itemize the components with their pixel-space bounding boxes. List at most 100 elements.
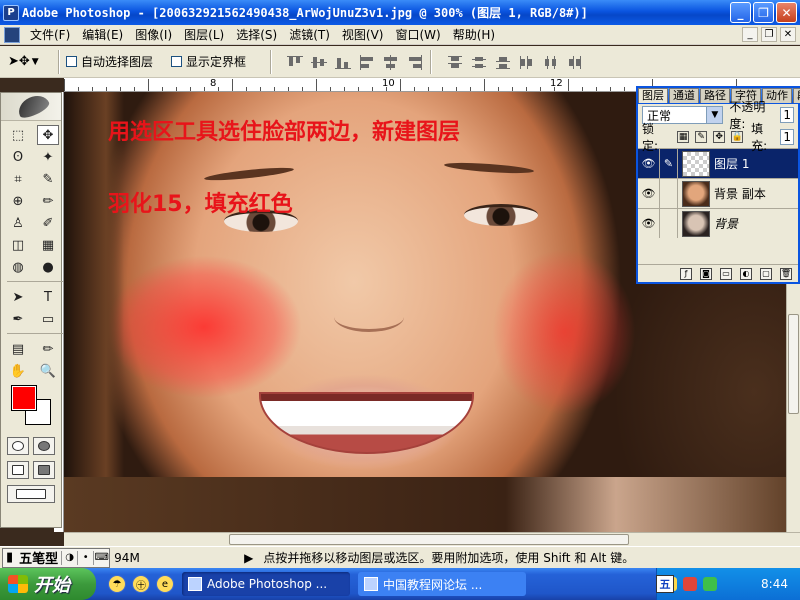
menu-window[interactable]: 窗口(W) [389, 26, 446, 43]
lock-transparent-icon[interactable]: ▦ [677, 131, 690, 143]
punctuation-icon[interactable]: • [77, 550, 93, 565]
soft-keyboard-icon[interactable]: ⌨ [93, 550, 109, 565]
eye-icon[interactable]: 👁 [638, 209, 660, 238]
zoom-tool-icon[interactable]: 🔍 [37, 361, 59, 381]
doc-restore-button[interactable]: ❐ [761, 27, 777, 42]
brush-icon[interactable]: ✎ [660, 149, 678, 178]
title-bar[interactable]: P Adobe Photoshop - [200632921562490438_… [0, 0, 800, 25]
document-size[interactable]: 94M [114, 551, 244, 565]
opacity-input[interactable]: 1 [780, 107, 794, 123]
doc-minimize-button[interactable]: _ [742, 27, 758, 42]
lock-image-icon[interactable]: ✎ [695, 131, 708, 143]
distribute-bottom-icon[interactable] [494, 54, 512, 70]
task-forum[interactable]: 中国教程网论坛 ... [358, 572, 526, 596]
blur-tool-icon[interactable]: ◍ [7, 257, 29, 277]
minimize-button[interactable]: _ [730, 2, 751, 23]
toolbox-header[interactable] [1, 91, 61, 121]
menu-edit[interactable]: 编辑(E) [76, 26, 129, 43]
slice-tool-icon[interactable]: ✎ [37, 169, 59, 189]
dodge-tool-icon[interactable]: ● [37, 257, 59, 277]
lasso-tool-icon[interactable]: ʘ [7, 147, 29, 167]
layer-mask-icon[interactable]: ◙ [700, 267, 712, 280]
move-tool-preset[interactable]: ➤✥ ▼ [8, 50, 52, 74]
standard-mode-button[interactable] [7, 437, 29, 455]
history-brush-tool-icon[interactable]: ✐ [37, 213, 59, 233]
start-button[interactable]: 开始 [0, 568, 96, 600]
tab-layers[interactable]: 图层 [638, 88, 668, 103]
play-arrow-icon[interactable]: ▶ [244, 551, 253, 565]
new-layer-icon[interactable]: ▢ [760, 267, 772, 280]
layer-row[interactable]: 👁 背景 [638, 208, 798, 238]
lock-position-icon[interactable]: ✥ [713, 131, 726, 143]
layer-style-icon[interactable]: ƒ [680, 267, 692, 280]
quick-mask-mode-button[interactable] [33, 437, 55, 455]
layer-row[interactable]: 👁 背景 副本 [638, 178, 798, 208]
tab-paragraph[interactable]: 段落 [793, 88, 800, 103]
menu-select[interactable]: 选择(S) [230, 26, 283, 43]
document-icon[interactable] [4, 26, 20, 43]
type-tool-icon[interactable]: T [37, 287, 59, 307]
rectangle-tool-icon[interactable]: ▭ [37, 309, 59, 329]
show-bounding-box-checkbox[interactable]: 显示定界框 [171, 53, 246, 70]
task-photoshop[interactable]: Adobe Photoshop ... [182, 572, 350, 596]
horizontal-scrollbar[interactable] [64, 532, 800, 546]
vertical-scrollbar[interactable] [786, 284, 800, 532]
brush-tool-icon[interactable]: ✏ [37, 191, 59, 211]
network-icon[interactable] [683, 577, 697, 591]
link-icon[interactable] [660, 209, 678, 238]
trash-icon[interactable]: 🗑 [780, 267, 792, 280]
ime-mode-label[interactable]: 五笔型 [16, 548, 61, 567]
menu-view[interactable]: 视图(V) [336, 26, 390, 43]
healing-brush-tool-icon[interactable]: ⊕ [7, 191, 29, 211]
menu-help[interactable]: 帮助(H) [447, 26, 501, 43]
menu-image[interactable]: 图像(I) [129, 26, 178, 43]
gradient-tool-icon[interactable]: ▦ [37, 235, 59, 255]
ime-toolbar[interactable]: ▮ 五笔型 ◑ • ⌨ [2, 547, 111, 568]
move-tool-icon[interactable]: ✥ [37, 125, 59, 145]
foreground-color-swatch[interactable] [11, 385, 37, 411]
distribute-vcenter-icon[interactable] [470, 54, 488, 70]
new-group-icon[interactable]: ▭ [720, 267, 732, 280]
half-width-icon[interactable]: ◑ [61, 550, 77, 565]
eye-icon[interactable]: 👁 [638, 149, 660, 178]
link-icon[interactable] [660, 179, 678, 208]
align-hcenter-icon[interactable] [382, 54, 400, 70]
tab-channels[interactable]: 通道 [669, 88, 699, 103]
quicklaunch-browser-icon[interactable]: e [156, 575, 174, 593]
menu-file[interactable]: 文件(F) [24, 26, 76, 43]
notes-tool-icon[interactable]: ▤ [7, 339, 29, 359]
doc-close-button[interactable]: ✕ [780, 27, 796, 42]
pen-tool-icon[interactable]: ✒ [7, 309, 29, 329]
jump-to-imageready-button[interactable] [7, 485, 55, 503]
align-top-icon[interactable] [286, 54, 304, 70]
scroll-thumb[interactable] [229, 534, 629, 545]
fill-input[interactable]: 1 [780, 129, 794, 145]
quicklaunch-ime-icon[interactable]: ㊉ [132, 575, 150, 593]
align-right-icon[interactable] [406, 54, 424, 70]
align-left-icon[interactable] [358, 54, 376, 70]
magic-wand-tool-icon[interactable]: ✦ [37, 147, 59, 167]
adjustment-layer-icon[interactable]: ◐ [740, 267, 752, 280]
path-selection-tool-icon[interactable]: ➤ [7, 287, 29, 307]
crop-tool-icon[interactable]: ⌗ [7, 169, 29, 189]
align-vcenter-icon[interactable] [310, 54, 328, 70]
tab-paths[interactable]: 路径 [700, 88, 730, 103]
ime-tray-icon[interactable]: 五 [656, 575, 674, 593]
quicklaunch-umbrella-icon[interactable]: ☂ [108, 575, 126, 593]
checkbox-box[interactable] [66, 56, 77, 67]
distribute-right-icon[interactable] [566, 54, 584, 70]
checkbox-box[interactable] [171, 56, 183, 67]
close-button[interactable]: ✕ [776, 2, 797, 23]
lock-all-icon[interactable]: 🔒 [731, 131, 744, 143]
screen-mode-standard-button[interactable] [7, 461, 29, 479]
tray-umbrella-icon[interactable] [703, 577, 717, 591]
photoshop-app-icon[interactable]: P [3, 4, 19, 21]
clock[interactable]: 8:44 [761, 577, 788, 591]
clone-stamp-tool-icon[interactable]: ♙ [7, 213, 29, 233]
maximize-button[interactable]: ❐ [753, 2, 774, 23]
align-bottom-icon[interactable] [334, 54, 352, 70]
marquee-tool-icon[interactable]: ⬚ [7, 125, 29, 145]
distribute-hcenter-icon[interactable] [542, 54, 560, 70]
eyedropper-tool-icon[interactable]: ✏ [37, 339, 59, 359]
menu-filter[interactable]: 滤镜(T) [283, 26, 336, 43]
